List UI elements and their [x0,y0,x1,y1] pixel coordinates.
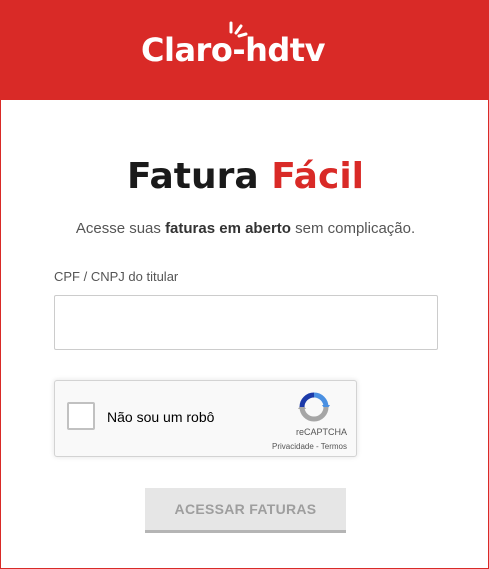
cpf-cnpj-input[interactable] [54,295,438,350]
title-part-2: Fácil [271,156,364,197]
recaptcha-icon [298,392,330,422]
cpf-field-label: CPF / CNPJ do titular [54,269,179,284]
title-part-1: Fatura [126,156,259,197]
page-title: Fatura Fácil [1,156,489,197]
logo-text: Claro-hdtv [141,31,325,69]
recaptcha-checkbox[interactable] [67,402,95,430]
recaptcha-links-separator: - [313,442,321,451]
subtitle-bold: faturas em aberto [165,220,291,237]
header-bar: Claro-hdtv [1,1,489,100]
subtitle-before: Acesse suas [75,220,161,237]
claro-hdtv-logo: Claro-hdtv [141,21,351,71]
access-invoices-button[interactable]: ACESSAR FATURAS [145,488,346,533]
recaptcha-widget: Não sou um robô reCAPTCHA Privacidade - … [54,380,357,457]
page-subtitle: Acesse suas faturas em aberto sem compli… [1,220,489,237]
page-frame: Claro-hdtv Fatura Fácil Acesse suas fatu… [0,0,489,569]
recaptcha-brand: reCAPTCHA [295,427,347,437]
recaptcha-label: Não sou um robô [107,409,215,425]
recaptcha-terms-link[interactable]: Termos [321,442,347,451]
subtitle-after: sem complicação. [295,220,416,237]
recaptcha-links: Privacidade - Termos [251,442,347,451]
recaptcha-privacy-link[interactable]: Privacidade [272,442,314,451]
